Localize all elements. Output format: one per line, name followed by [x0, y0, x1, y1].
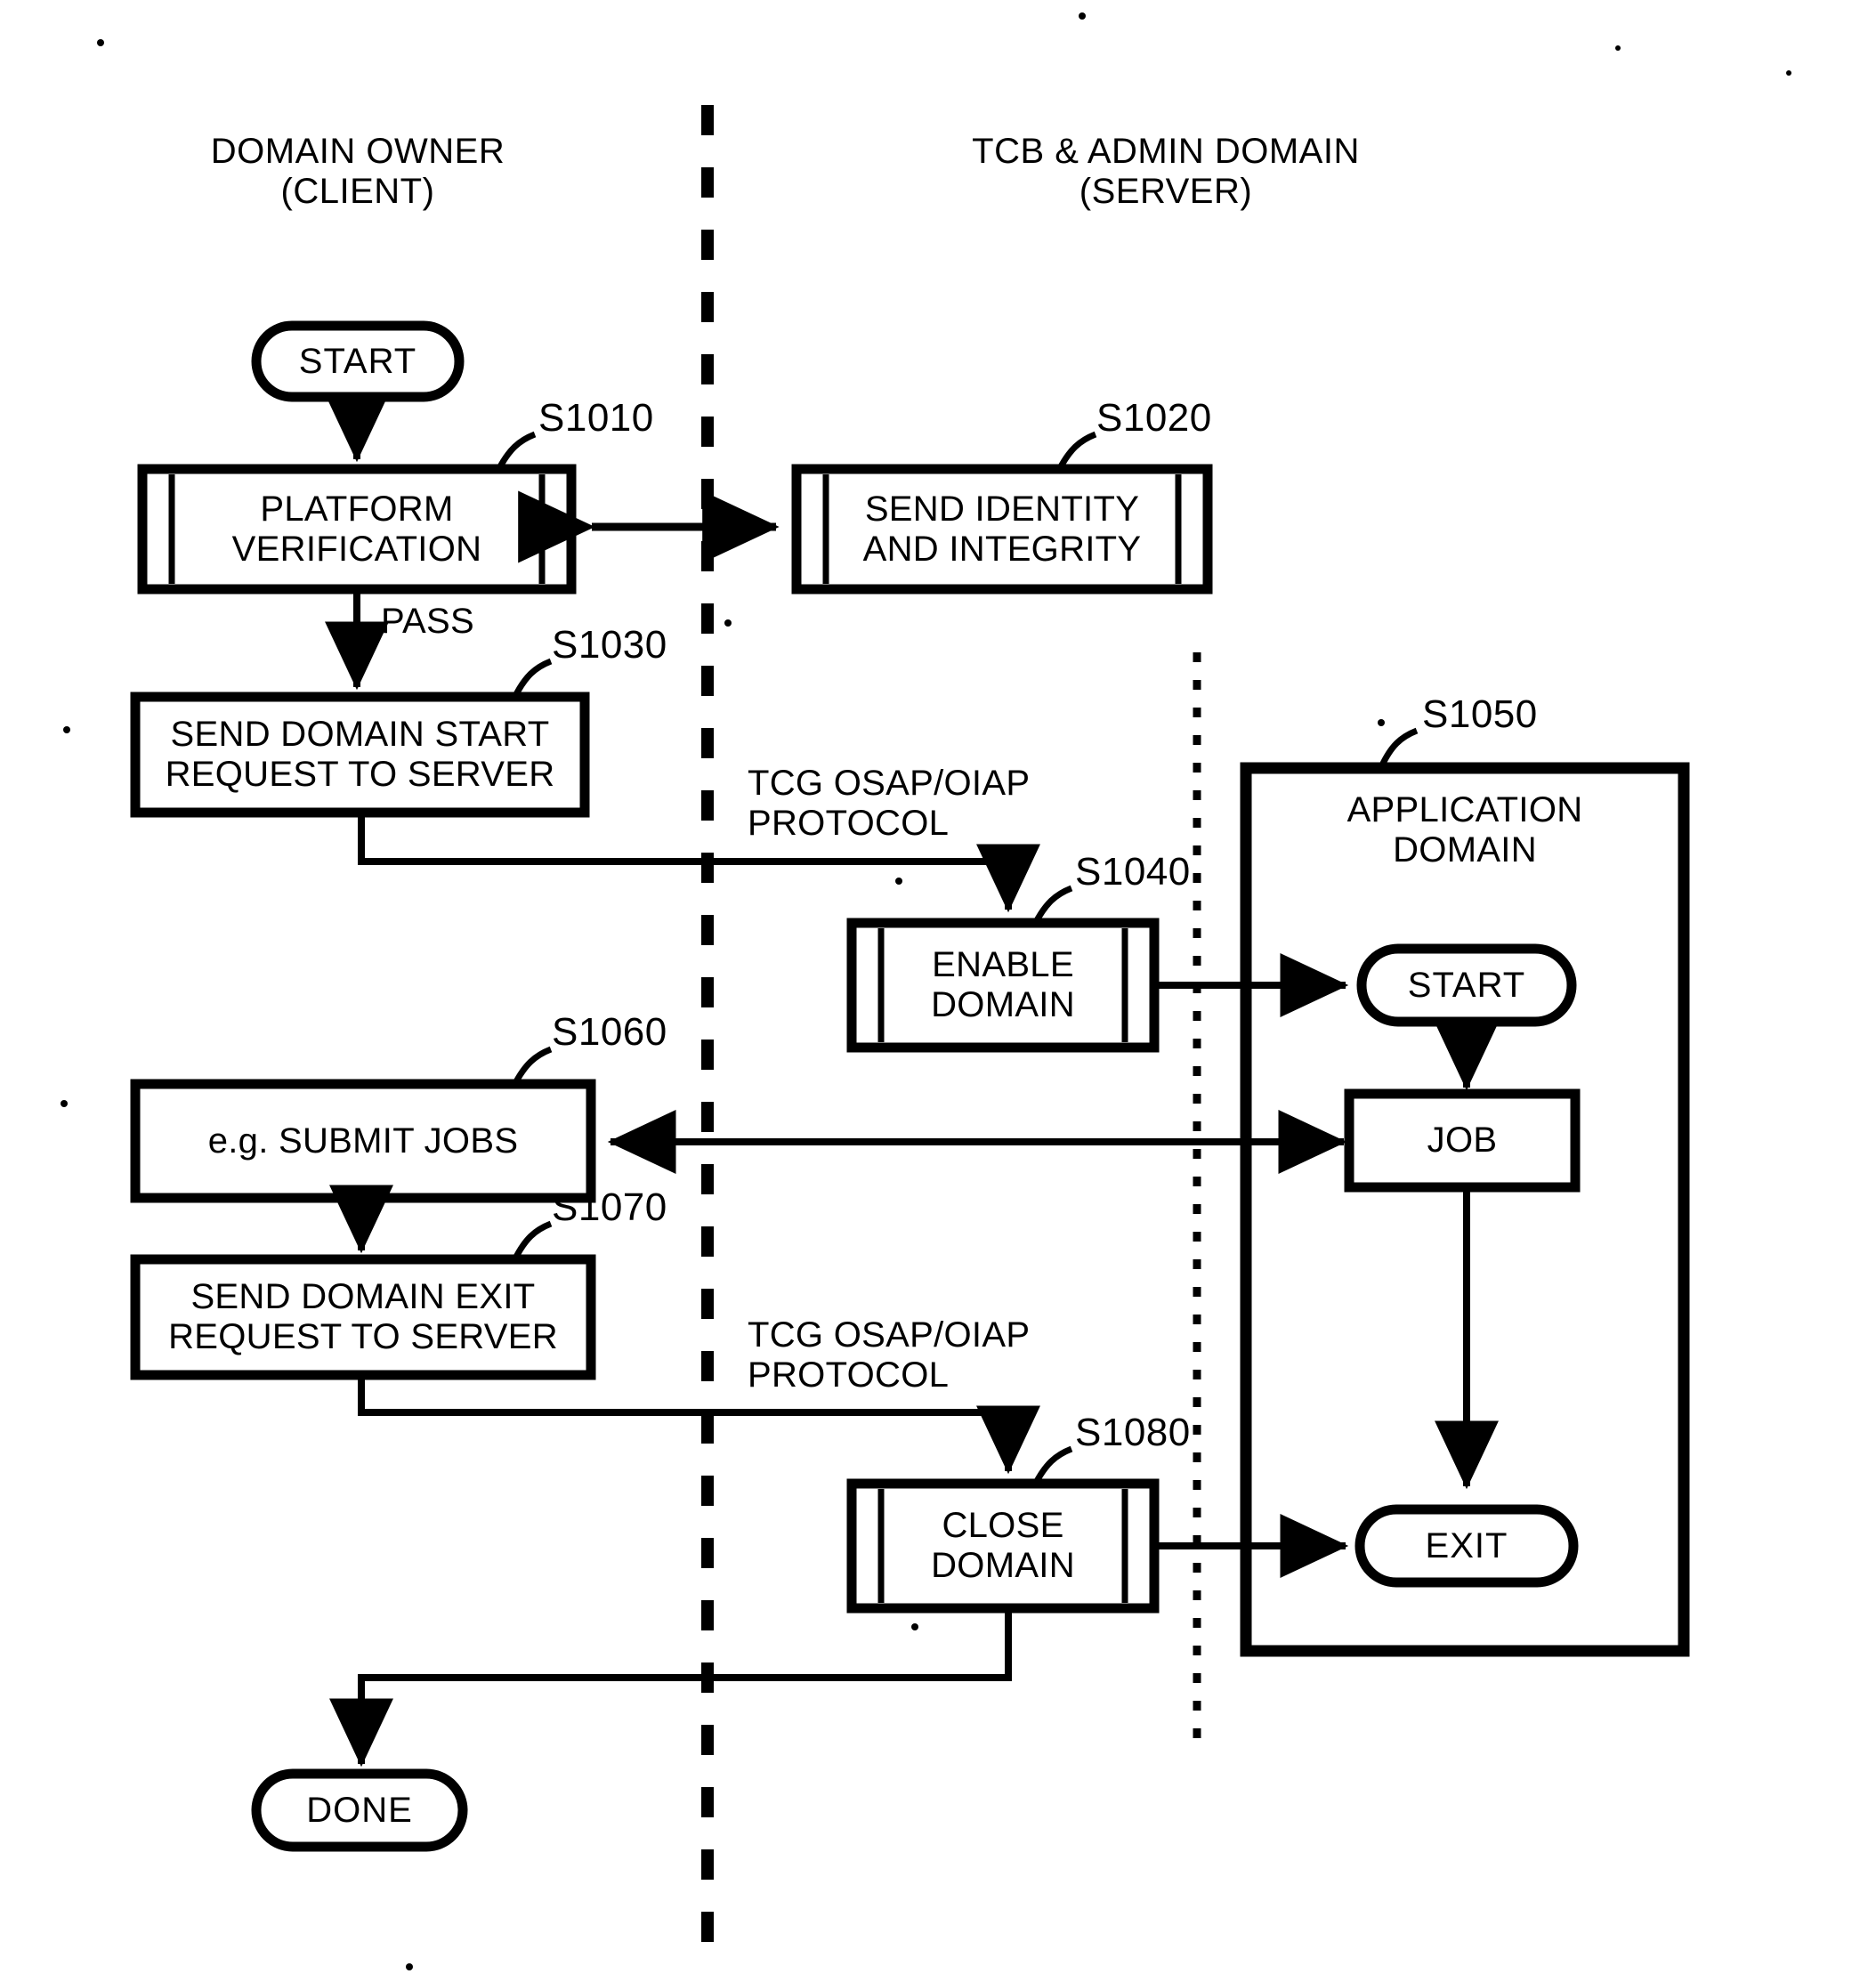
- ref-label-s1050: S1050: [1422, 692, 1538, 736]
- edge-label-protocol-2: TCG OSAP/OIAP PROTOCOL: [748, 1315, 1031, 1395]
- edge-s1080-to-done: [329, 1608, 1012, 1768]
- node-s1030-label: SEND DOMAIN START REQUEST TO SERVER: [165, 715, 555, 794]
- ref-label-s1020: S1020: [1096, 396, 1212, 440]
- lane-header-client: DOMAIN OWNER (CLIENT): [210, 132, 505, 211]
- scan-speck: [61, 1100, 68, 1107]
- ref-label-s1010: S1010: [538, 396, 654, 440]
- leader-s1050: [1378, 727, 1419, 769]
- node-s1040-label: ENABLE DOMAIN: [931, 945, 1075, 1024]
- node-s1010-label: PLATFORM VERIFICATION: [231, 489, 482, 569]
- node-job-label: JOB: [1427, 1120, 1498, 1161]
- ref-label-s1070: S1070: [552, 1185, 667, 1229]
- scan-speck: [724, 619, 732, 627]
- terminator-start-app-label: START: [1407, 965, 1526, 1005]
- scan-speck: [1079, 12, 1086, 20]
- ref-label-s1030: S1030: [552, 623, 667, 667]
- ref-label-s1060: S1060: [552, 1010, 667, 1054]
- scan-speck: [97, 39, 104, 46]
- node-s1070-label: SEND DOMAIN EXIT REQUEST TO SERVER: [168, 1277, 558, 1356]
- node-s1080-label: CLOSE DOMAIN: [931, 1506, 1075, 1585]
- scan-speck: [1615, 45, 1621, 51]
- ref-label-s1080: S1080: [1075, 1411, 1191, 1454]
- figure-canvas: DOMAIN OWNER (CLIENT) TCB & ADMIN DOMAIN…: [0, 0, 1876, 1982]
- scan-speck: [1378, 719, 1385, 726]
- edge-label-protocol-1: TCG OSAP/OIAP PROTOCOL: [748, 764, 1031, 843]
- scan-speck: [406, 1963, 413, 1970]
- terminator-start-client-label: START: [298, 341, 417, 381]
- lane-header-server: TCB & ADMIN DOMAIN (SERVER): [972, 132, 1360, 211]
- scan-speck: [895, 878, 902, 885]
- edge-label-pass: PASS: [381, 602, 474, 641]
- scan-speck: [63, 726, 70, 733]
- scan-speck: [911, 1623, 918, 1630]
- node-s1050-label: APPLICATION DOMAIN: [1346, 790, 1583, 870]
- node-s1020-label: SEND IDENTITY AND INTEGRITY: [862, 489, 1142, 569]
- terminator-exit-app-label: EXIT: [1425, 1525, 1508, 1565]
- node-s1060-label: e.g. SUBMIT JOBS: [207, 1120, 519, 1161]
- scan-speck: [1786, 70, 1791, 76]
- ref-label-s1040: S1040: [1075, 850, 1191, 894]
- terminator-done-client-label: DONE: [306, 1790, 413, 1830]
